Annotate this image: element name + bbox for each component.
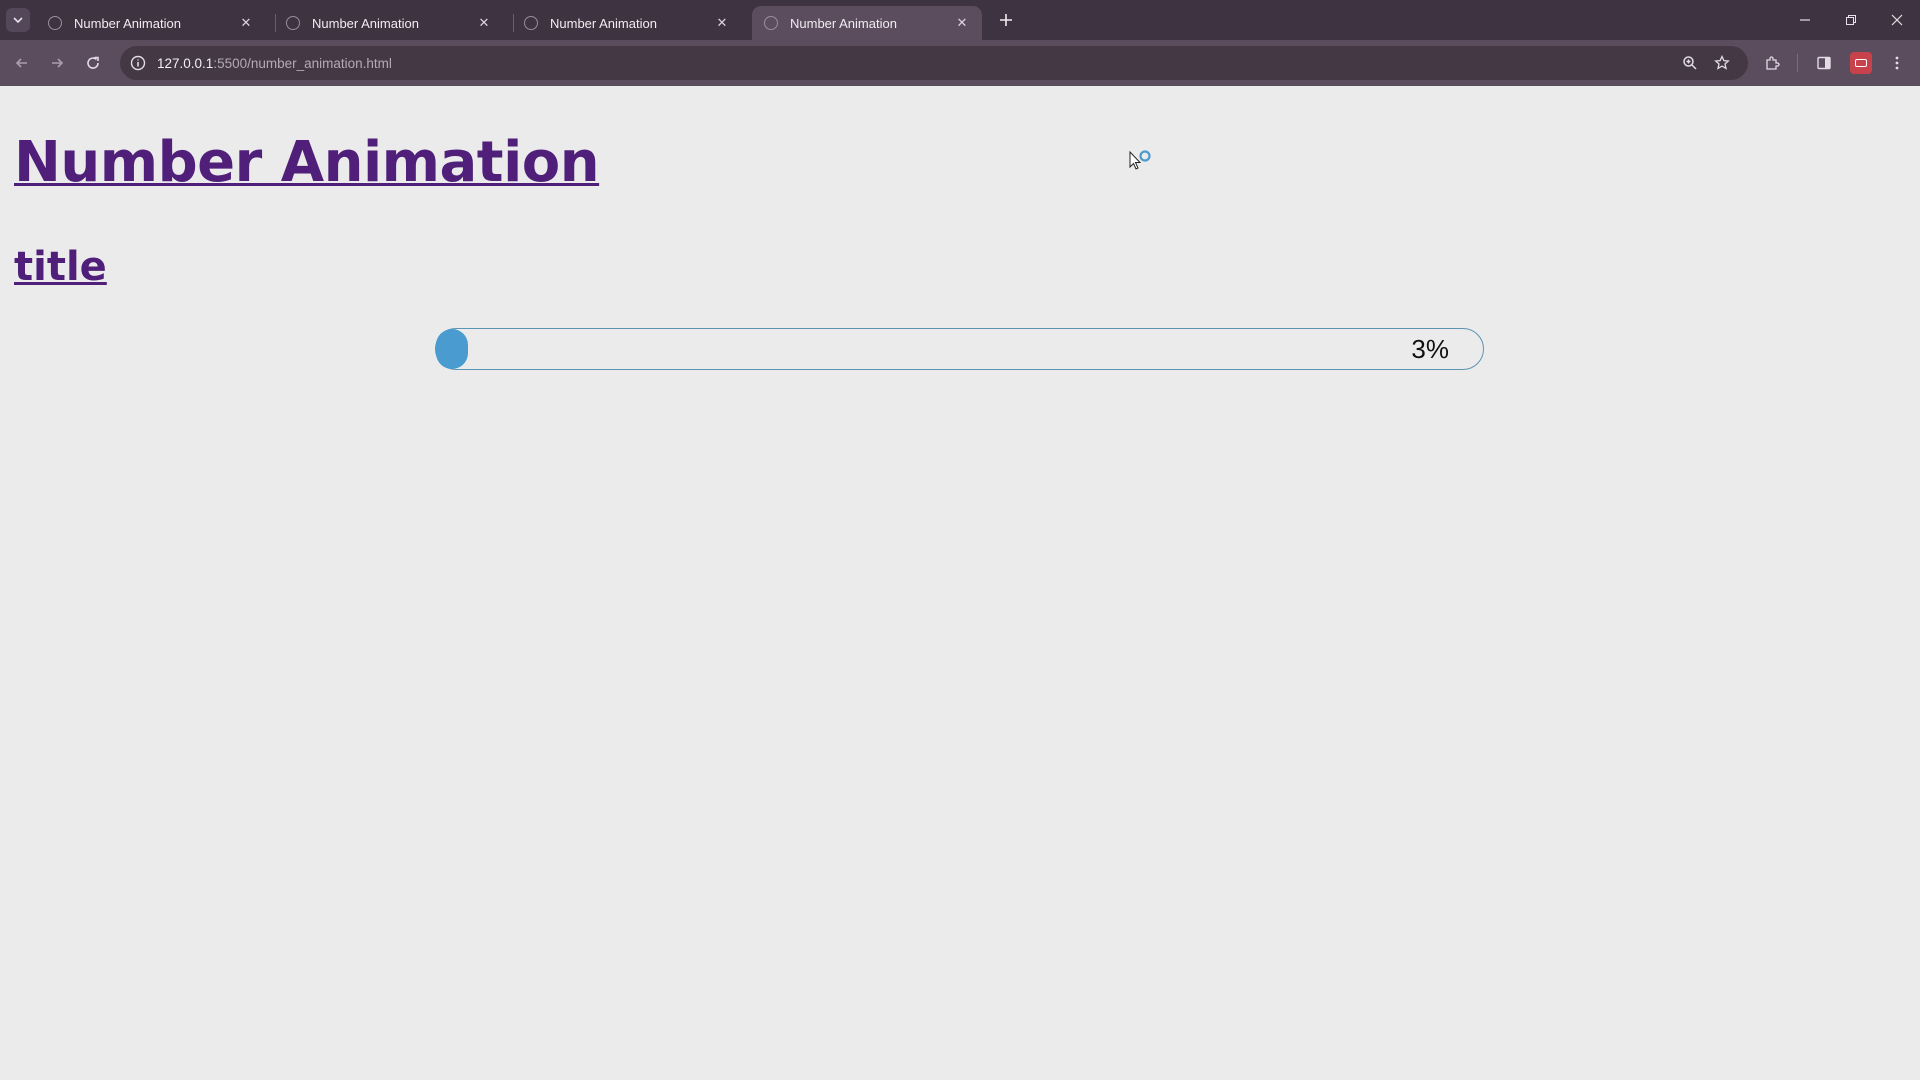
minimize-button[interactable] [1788,6,1822,34]
page-content: Number Animation title 3% [0,86,1920,1080]
new-tab-button[interactable] [994,8,1018,32]
busy-cursor-icon [1129,150,1151,170]
tab-title: Number Animation [74,15,181,31]
toolbar-divider [1797,54,1798,72]
close-icon[interactable]: ✕ [476,15,492,31]
progress-percent-label: 3% [1411,333,1449,364]
globe-icon [286,16,300,30]
side-panel-icon [1817,56,1831,70]
close-window-button[interactable] [1880,6,1914,34]
bookmark-star-icon[interactable] [1710,51,1734,75]
restore-button[interactable] [1834,6,1868,34]
tab-strip: Number Animation ✕ Number Animation ✕ Nu… [0,0,1920,40]
puzzle-icon [1766,56,1780,70]
url-host: 127.0.0.1 [157,55,214,71]
plus-icon [1000,14,1012,26]
url-text[interactable]: 127.0.0.1:5500/number_animation.html [157,56,392,71]
chevron-down-icon [13,17,23,24]
side-panel-button[interactable] [1812,51,1836,75]
tab-search-button[interactable] [6,8,30,32]
close-icon [1891,14,1903,26]
extensions-button[interactable] [1760,51,1784,75]
extension-badge-icon[interactable] [1850,52,1872,74]
site-info-icon[interactable] [129,54,147,72]
tab-title: Number Animation [550,15,657,31]
arrow-right-icon [52,58,64,68]
back-button[interactable] [10,51,34,75]
url-path: :5500/number_animation.html [213,55,392,71]
tab-3[interactable]: Number Animation ✕ [512,6,742,40]
kebab-menu-icon [1895,56,1899,70]
globe-icon [524,16,538,30]
minimize-icon [1800,19,1810,21]
globe-icon [48,16,62,30]
zoom-icon[interactable] [1678,51,1702,75]
globe-icon [764,16,778,30]
tab-1[interactable]: Number Animation ✕ [36,6,266,40]
arrow-left-icon [15,58,27,68]
restore-icon [1846,15,1856,25]
section-title: title [14,244,107,290]
address-bar[interactable]: 127.0.0.1:5500/number_animation.html [120,46,1748,80]
tab-4-active[interactable]: Number Animation ✕ [752,6,982,40]
reload-button[interactable] [81,51,105,75]
forward-button[interactable] [45,51,69,75]
close-icon[interactable]: ✕ [714,15,730,31]
close-icon[interactable]: ✕ [238,15,254,31]
tab-title: Number Animation [312,15,419,31]
progress-fill [436,329,468,369]
browser-toolbar: 127.0.0.1:5500/number_animation.html [0,40,1920,86]
tab-title: Number Animation [790,15,897,31]
browser-menu-button[interactable] [1885,51,1909,75]
page-heading: Number Animation [14,130,600,195]
tab-2[interactable]: Number Animation ✕ [274,6,504,40]
reload-icon [87,56,99,69]
progress-bar: 3% [435,328,1484,370]
close-icon[interactable]: ✕ [954,15,970,31]
